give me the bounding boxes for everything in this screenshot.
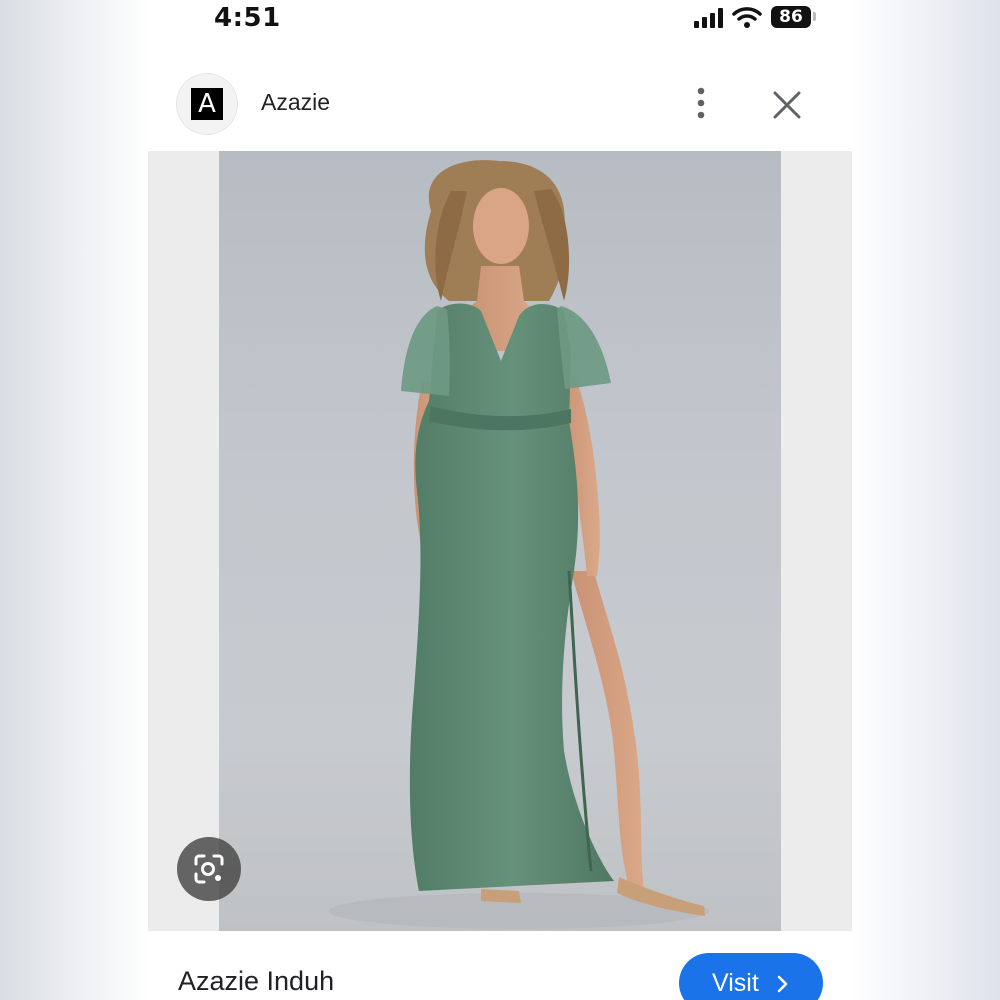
chevron-right-icon bbox=[777, 975, 788, 993]
lens-search-icon bbox=[194, 854, 224, 884]
lens-search-button[interactable] bbox=[177, 837, 241, 901]
visit-label: Visit bbox=[712, 969, 759, 997]
lens-result-header: A Azazie bbox=[148, 60, 852, 150]
product-image[interactable] bbox=[219, 151, 781, 931]
site-logo: A bbox=[191, 88, 223, 120]
battery-tip bbox=[813, 12, 816, 21]
phone-screen: 4:51 86 A Azazie Azazie Induh Visit bbox=[148, 0, 852, 1000]
more-vertical-icon bbox=[697, 87, 705, 119]
more-options-button[interactable] bbox=[688, 84, 714, 124]
image-area bbox=[148, 151, 852, 931]
status-bar: 4:51 86 bbox=[148, 0, 852, 40]
signal-icon bbox=[694, 8, 724, 33]
wifi-icon bbox=[732, 6, 762, 33]
close-icon bbox=[773, 91, 801, 119]
site-name[interactable]: Azazie bbox=[261, 89, 330, 116]
close-button[interactable] bbox=[770, 88, 804, 122]
result-title[interactable]: Azazie Induh bbox=[178, 966, 334, 997]
visit-button[interactable]: Visit bbox=[679, 953, 823, 1000]
result-footer: Azazie Induh Visit bbox=[148, 931, 852, 1000]
site-avatar[interactable]: A bbox=[177, 74, 237, 134]
battery-icon: 86 bbox=[771, 6, 811, 28]
status-time: 4:51 bbox=[214, 3, 281, 33]
